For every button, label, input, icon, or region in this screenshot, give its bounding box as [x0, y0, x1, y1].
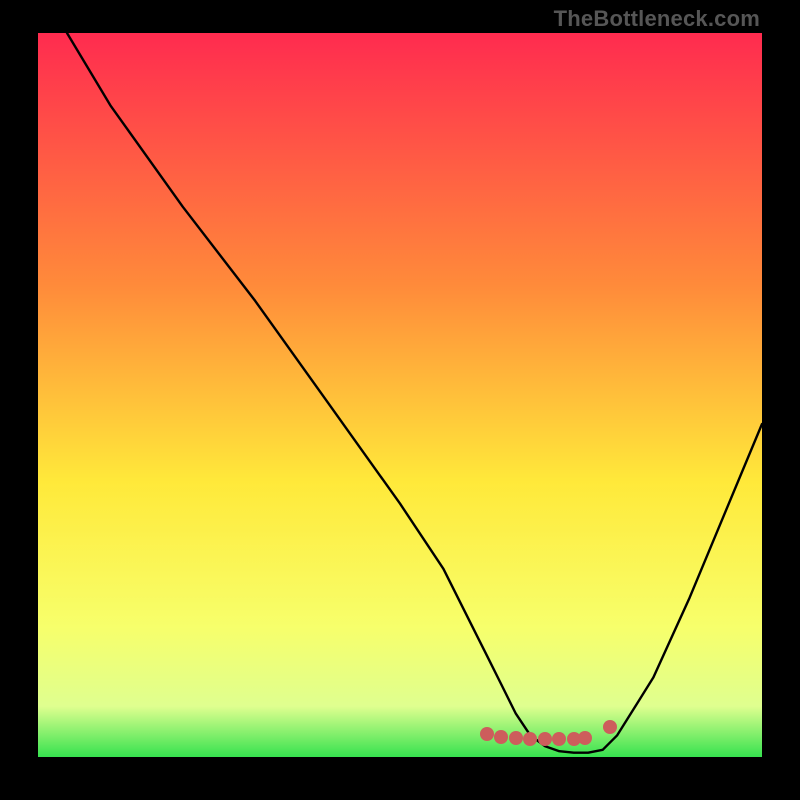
curve-layer [38, 33, 762, 757]
marker-flat-region-mid3 [523, 732, 537, 746]
marker-flat-region-mid1 [494, 730, 508, 744]
marker-flat-region-mid7 [578, 731, 592, 745]
marker-flat-region-mid5 [552, 732, 566, 746]
watermark-text: TheBottleneck.com [554, 6, 760, 32]
bottleneck-curve [67, 33, 762, 753]
marker-flat-region-mid4 [538, 732, 552, 746]
marker-flat-region-mid2 [509, 731, 523, 745]
chart-frame: TheBottleneck.com [0, 0, 800, 800]
marker-flat-region-right [603, 720, 617, 734]
marker-flat-region-left [480, 727, 494, 741]
plot-area [38, 33, 762, 757]
